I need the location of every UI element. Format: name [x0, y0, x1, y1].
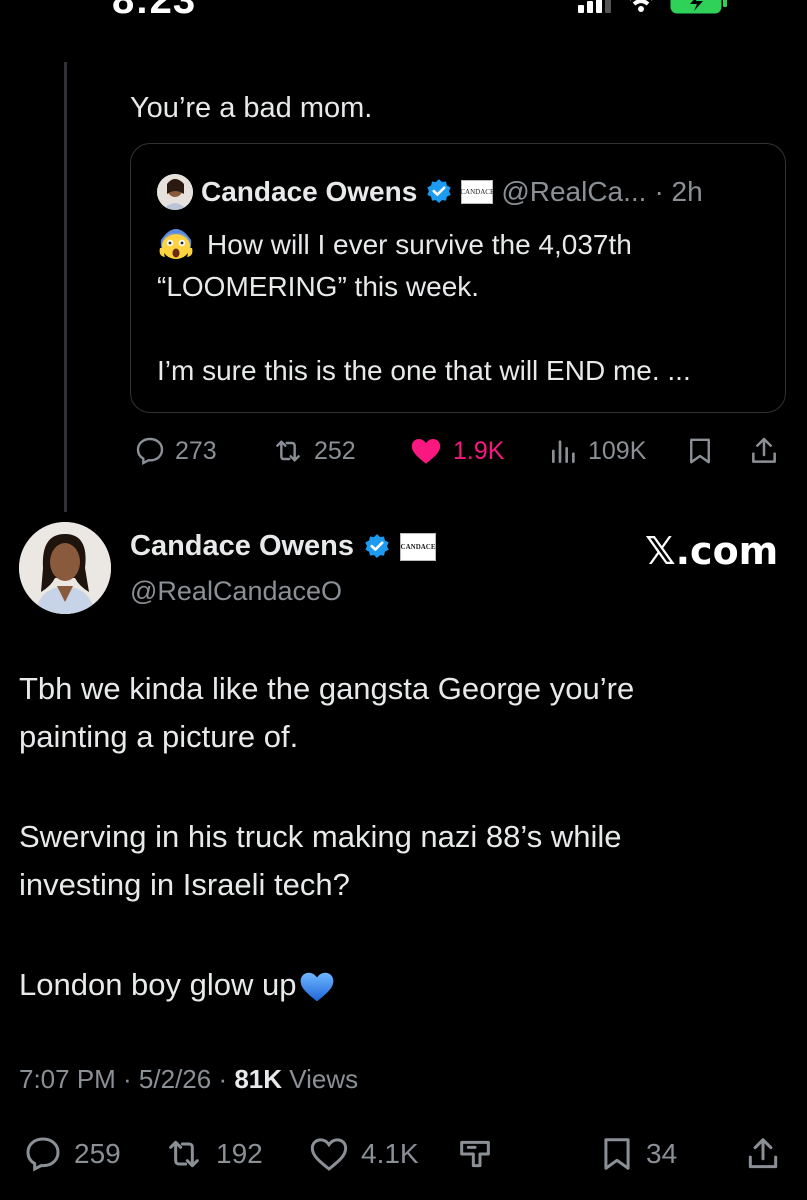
bookmark-icon: [604, 1138, 630, 1170]
status-time: 8:23: [112, 0, 197, 22]
share-button[interactable]: [744, 1132, 782, 1176]
views-label: Views: [282, 1064, 359, 1094]
like-button[interactable]: 1.9K: [407, 431, 504, 471]
grok-button[interactable]: [455, 1132, 495, 1176]
reply-button[interactable]: 259: [22, 1132, 121, 1176]
reply-text: You’re a bad mom.: [130, 92, 373, 124]
bookmark-icon: [690, 438, 710, 464]
tweet-line: painting a picture of.: [19, 719, 299, 754]
like-icon: [310, 1138, 348, 1171]
quote-handle: @RealCa...: [501, 176, 647, 207]
views-icon: [552, 440, 575, 463]
bookmark-count: 34: [646, 1138, 678, 1169]
share-button[interactable]: [748, 431, 780, 471]
repost-button[interactable]: 192: [162, 1132, 263, 1176]
thread-line: [64, 62, 67, 512]
tweet-body: Tbh we kinda like the gangsta George you…: [19, 665, 789, 1009]
reply-icon: [136, 437, 164, 465]
share-icon: [748, 1138, 778, 1169]
main-author-name[interactable]: Candace Owens: [130, 530, 354, 563]
x-watermark: 𝕏.com: [645, 529, 779, 573]
wifi-icon: [629, 0, 653, 12]
like-count: 1.9K: [453, 436, 505, 465]
like-count: 4.1K: [361, 1138, 419, 1169]
scream-emoji-icon: [157, 226, 195, 260]
share-icon: [752, 437, 776, 463]
main-handle[interactable]: @RealCandaceO: [130, 576, 342, 607]
views-count: 81K: [234, 1064, 283, 1094]
affiliate-badge: CANDACE: [400, 532, 437, 561]
quote-author-name[interactable]: Candace Owens: [201, 176, 417, 208]
bookmark-button[interactable]: [685, 431, 715, 471]
like-button[interactable]: 4.1K: [307, 1132, 419, 1176]
signal-icon: [578, 0, 611, 13]
tweet-timestamp[interactable]: 7:07 PM · 5/2/26 ·: [19, 1064, 234, 1094]
quote-avatar[interactable]: [157, 174, 193, 210]
quote-line-2: “LOOMERING” this week.: [157, 271, 480, 302]
tweet-line: Tbh we kinda like the gangsta George you…: [19, 671, 635, 706]
reply-count: 259: [74, 1138, 121, 1169]
tweet-line: Swerving in his truck making nazi 88’s w…: [19, 819, 622, 854]
repost-icon: [276, 440, 300, 462]
grok-icon: [460, 1140, 490, 1168]
quote-header: Candace Owens CANDACE @RealCa... · 2h: [157, 174, 703, 210]
quote-line-1: How will I ever survive the 4,037th: [207, 229, 632, 260]
reply-count: 273: [175, 436, 217, 465]
quote-body: How will I ever survive the 4,037th “LOO…: [157, 224, 777, 392]
views-button[interactable]: 109K: [548, 431, 646, 471]
tweet-line: London boy glow up: [19, 967, 297, 1002]
tweet-meta: 7:07 PM · 5/2/26 · 81K Views: [19, 1064, 358, 1095]
main-author: Candace Owens CANDACE: [130, 530, 437, 563]
battery-icon: [670, 0, 727, 14]
repost-icon: [169, 1140, 199, 1168]
verified-badge-icon: [427, 179, 451, 203]
reply-button[interactable]: 273: [133, 431, 217, 471]
tweet-line: investing in Israeli tech?: [19, 867, 350, 902]
quote-line-3: I’m sure this is the one that will END m…: [157, 355, 691, 386]
main-avatar[interactable]: [19, 522, 111, 614]
views-count: 109K: [588, 436, 647, 465]
repost-button[interactable]: 252: [270, 431, 356, 471]
like-icon: [411, 438, 441, 464]
verified-badge-icon: [365, 533, 389, 558]
bookmark-button[interactable]: 34: [598, 1132, 677, 1176]
reply-icon: [26, 1137, 60, 1172]
repost-count: 252: [314, 436, 356, 465]
status-icons: [578, 0, 728, 14]
blue-heart-emoji-icon: [297, 967, 337, 1003]
affiliate-badge: CANDACE: [460, 180, 494, 204]
quote-time: · 2h: [654, 176, 703, 207]
repost-count: 192: [216, 1138, 263, 1169]
